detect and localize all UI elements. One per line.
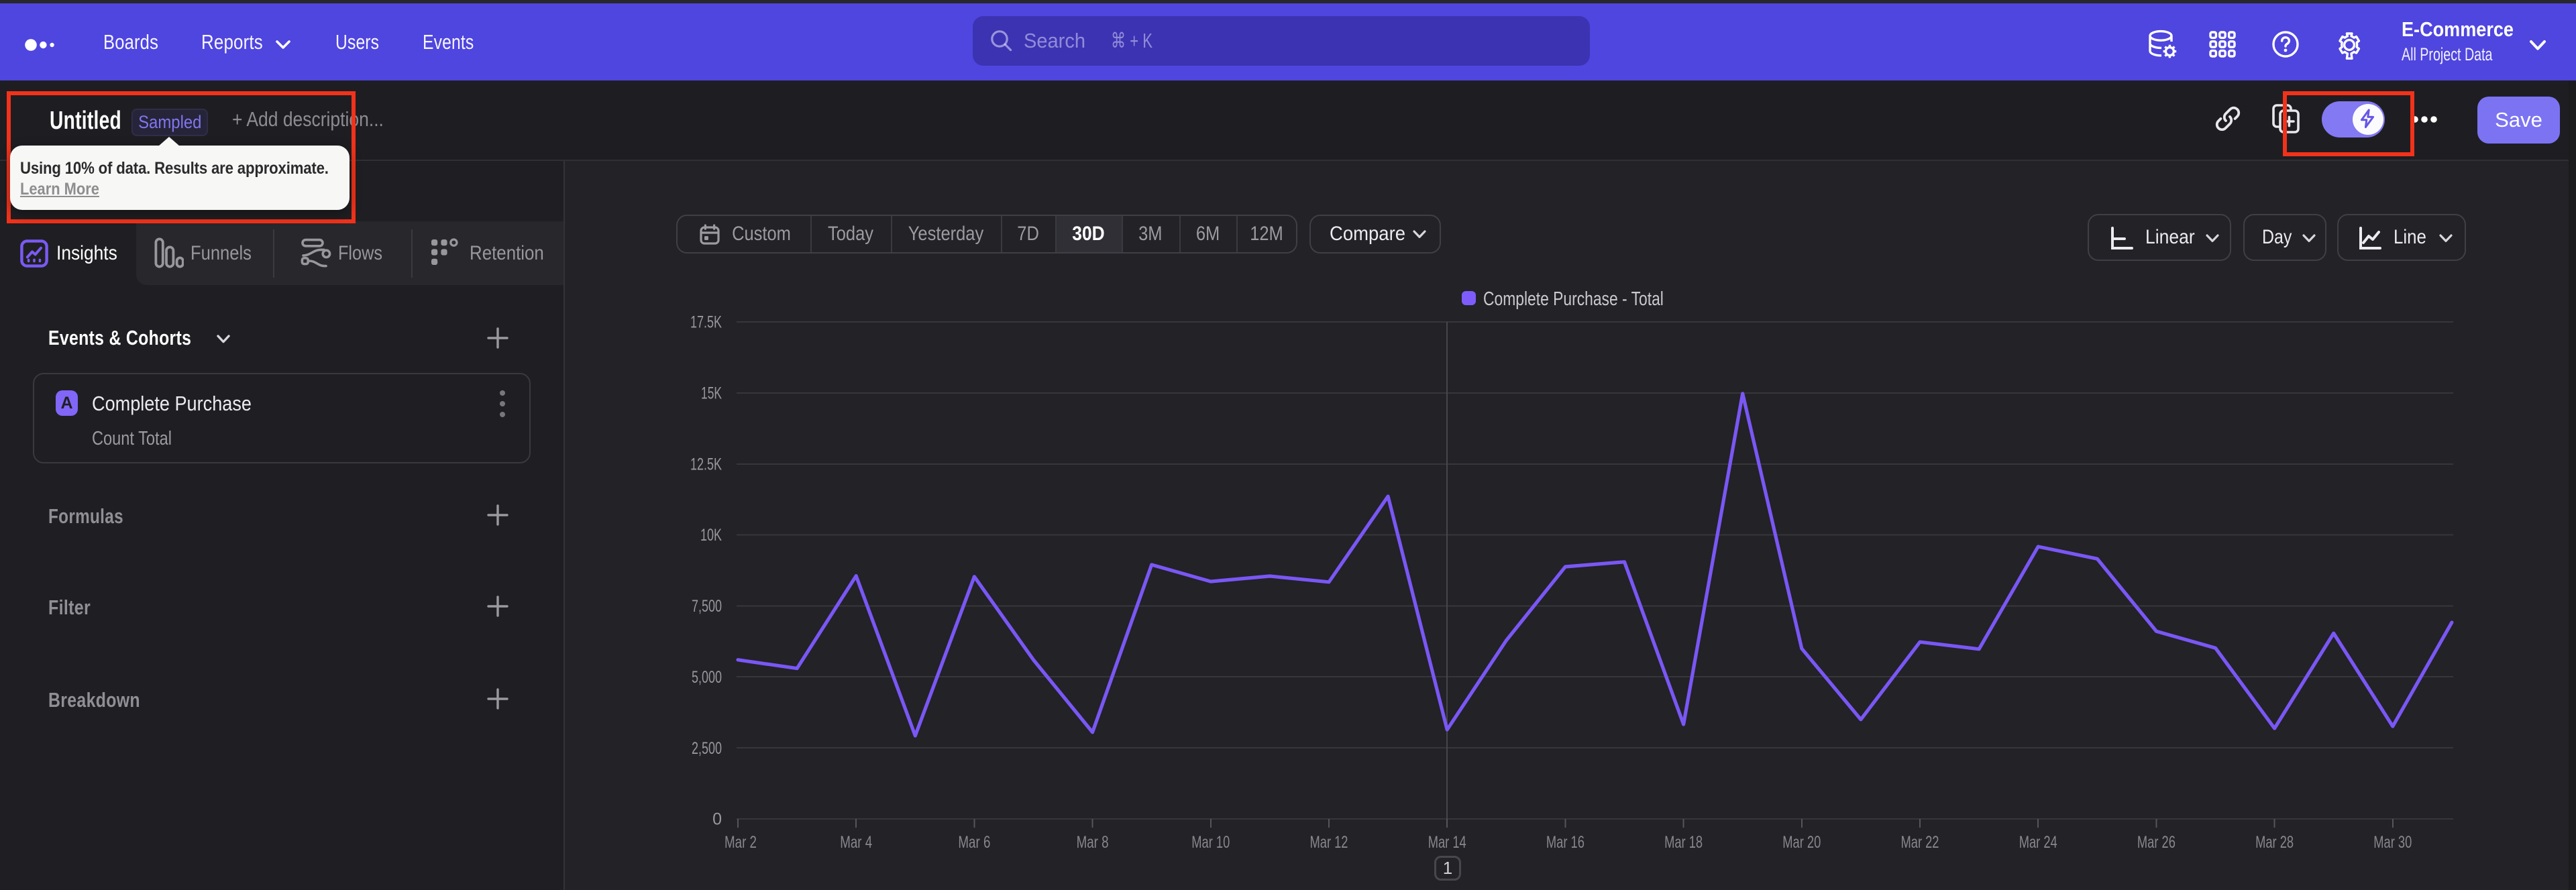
svg-text:Mar 12: Mar 12: [1310, 833, 1348, 852]
svg-text:Mar 18: Mar 18: [1664, 833, 1703, 852]
svg-text:Mar 26: Mar 26: [2137, 833, 2176, 852]
svg-text:Mar 14: Mar 14: [1428, 833, 1466, 852]
svg-text:Mar 4: Mar 4: [840, 833, 872, 852]
svg-text:Mar 6: Mar 6: [958, 833, 990, 852]
svg-text:Mar 2: Mar 2: [724, 833, 757, 852]
svg-text:5,000: 5,000: [692, 668, 722, 687]
svg-text:7,500: 7,500: [692, 597, 722, 616]
svg-text:Mar 22: Mar 22: [1901, 833, 1939, 852]
svg-text:Mar 24: Mar 24: [2019, 833, 2057, 852]
svg-text:Mar 30: Mar 30: [2373, 833, 2412, 852]
svg-text:2,500: 2,500: [692, 739, 722, 758]
svg-text:Mar 20: Mar 20: [1782, 833, 1821, 852]
svg-text:10K: 10K: [700, 526, 722, 545]
svg-text:Mar 8: Mar 8: [1077, 833, 1109, 852]
svg-text:17.5K: 17.5K: [690, 313, 722, 332]
svg-text:12.5K: 12.5K: [690, 455, 722, 474]
svg-text:Mar 28: Mar 28: [2255, 833, 2294, 852]
svg-text:Mar 10: Mar 10: [1191, 833, 1230, 852]
svg-text:Mar 16: Mar 16: [1546, 833, 1585, 852]
svg-text:0: 0: [712, 810, 722, 829]
svg-text:15K: 15K: [701, 384, 722, 402]
